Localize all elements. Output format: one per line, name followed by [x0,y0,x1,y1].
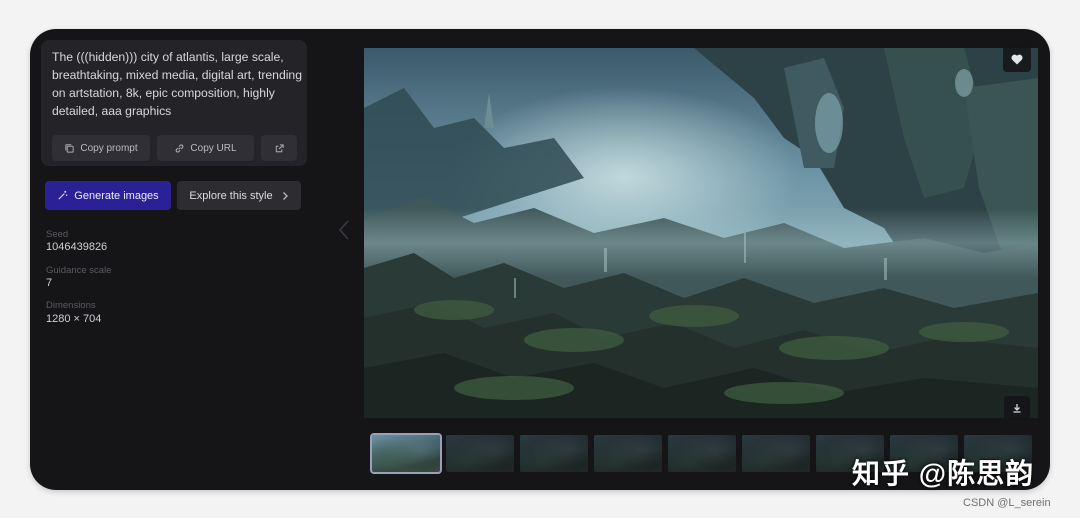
chevron-right-icon [282,191,288,200]
prompt-panel: The (((hidden))) city of atlantis, large… [41,40,307,166]
zhihu-watermark: 知乎 @陈思韵 [852,458,1035,489]
dimensions-value: 1280 × 704 [46,313,102,325]
download-button[interactable] [1004,396,1030,420]
guidance-scale-label: Guidance scale [46,265,112,276]
copy-prompt-label: Copy prompt [80,142,138,154]
main-generated-image[interactable] [364,48,1038,418]
generate-images-button[interactable]: Generate images [45,181,171,210]
generate-images-label: Generate images [74,189,159,202]
favorite-button[interactable] [1003,46,1031,72]
copy-url-label: Copy URL [190,142,237,154]
seed-value: 1046439826 [46,241,108,253]
download-icon [1013,404,1021,413]
external-link-icon [275,143,284,152]
heart-icon [1011,54,1023,64]
copy-url-button[interactable]: Copy URL [157,135,254,161]
link-icon [176,143,184,153]
guidance-scale-value: 7 [46,277,53,289]
open-external-button[interactable] [261,135,297,161]
prompt-actions: Copy prompt Copy URL [52,135,297,161]
image-detail-card: The (((hidden))) city of atlantis, large… [30,29,1050,490]
magic-wand-icon [58,190,68,200]
thumbnail-4[interactable] [594,435,662,472]
previous-image-button[interactable] [334,215,354,245]
thumbnail-3[interactable] [520,435,588,472]
explore-style-button[interactable]: Explore this style [177,181,301,210]
thumbnail-2[interactable] [446,435,514,472]
dimensions-label: Dimensions [46,300,96,311]
seed-label: Seed [46,229,69,240]
thumbnail-1[interactable] [370,433,442,474]
thumbnail-5[interactable] [668,435,736,472]
chevron-left-icon [338,220,349,240]
fantasy-landscape-illustration [364,48,1038,418]
thumbnail-6[interactable] [742,435,810,472]
csdn-watermark: CSDN @L_serein [963,497,1051,509]
explore-style-label: Explore this style [189,189,273,202]
prompt-text: The (((hidden))) city of atlantis, large… [52,50,302,118]
copy-icon [65,143,75,153]
copy-prompt-button[interactable]: Copy prompt [52,135,150,161]
